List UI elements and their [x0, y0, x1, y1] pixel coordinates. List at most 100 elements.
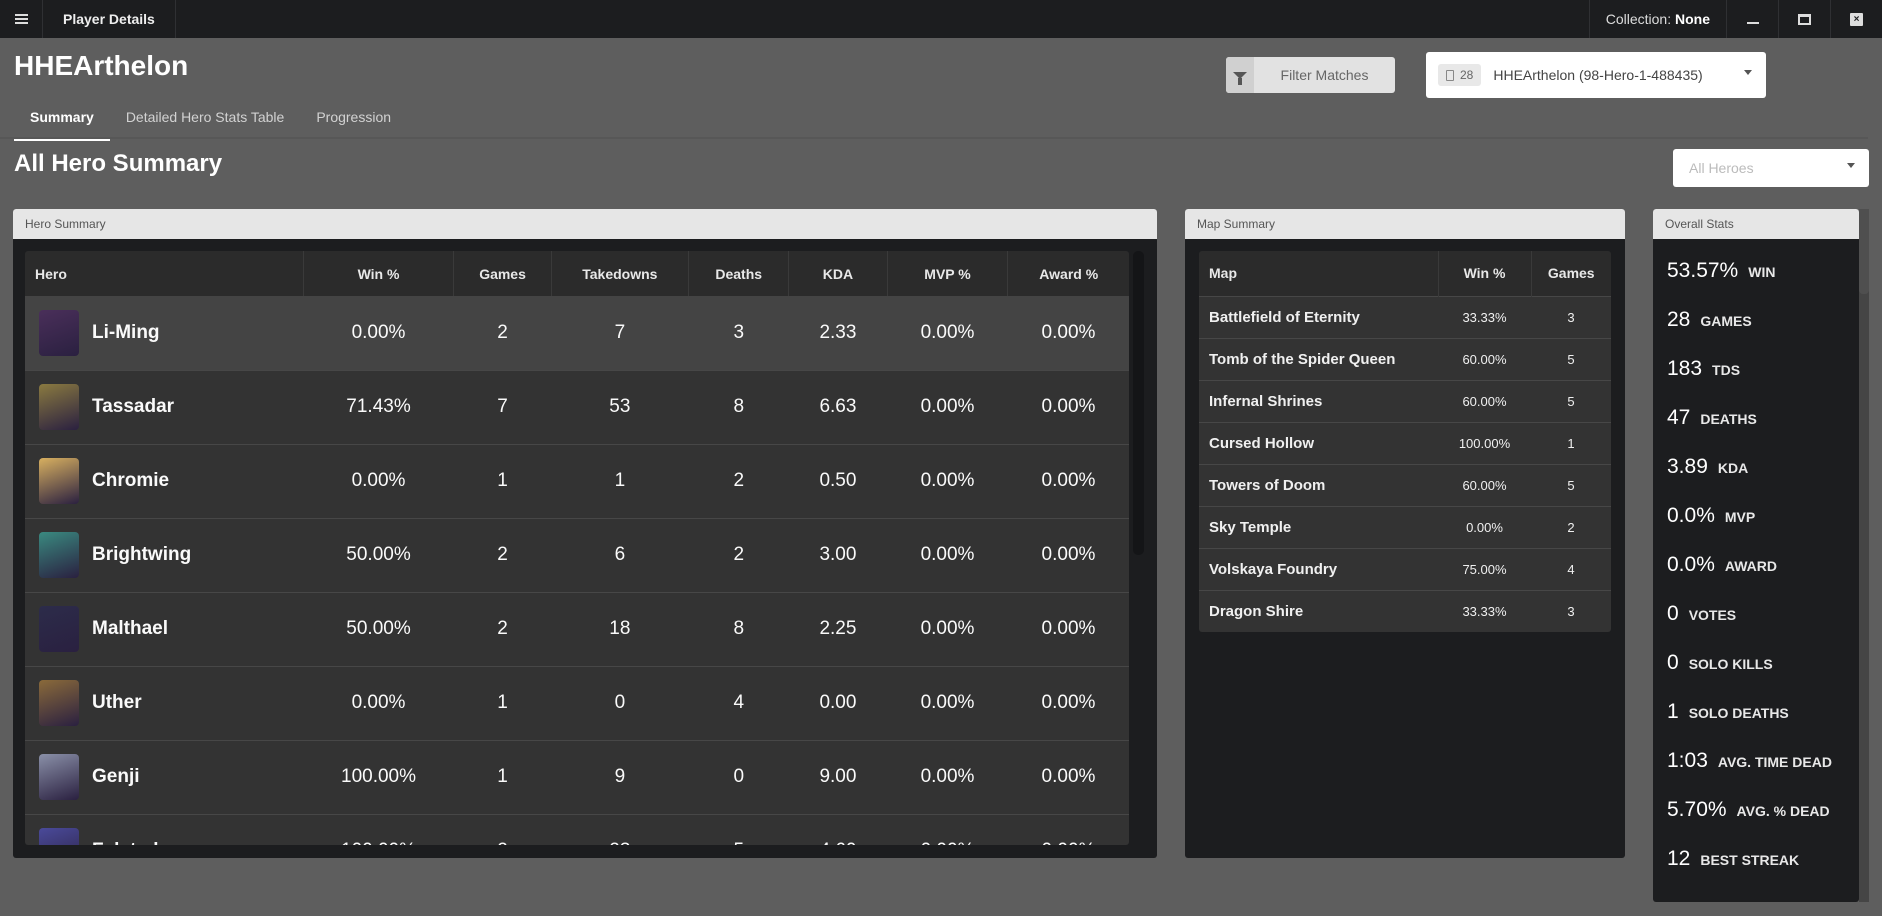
cell-games: 1	[1531, 421, 1611, 464]
page-scrollbar[interactable]	[1859, 209, 1869, 902]
hero-cell: Uther	[25, 665, 304, 740]
stat-value: 28	[1667, 308, 1691, 331]
filter-icon	[1233, 71, 1247, 85]
cell-takedowns: 0	[551, 665, 689, 740]
filter-matches-button[interactable]: Filter Matches	[1226, 57, 1395, 93]
player-select-dropdown[interactable]: 28 HHEArthelon (98-Hero-1-488435)	[1426, 52, 1766, 98]
table-row[interactable]: Tassadar 71.43% 7 53 8 6.63 0.00% 0.00%	[25, 369, 1129, 444]
table-row[interactable]: Infernal Shrines 60.00% 5	[1199, 379, 1611, 422]
cell-kda: 0.50	[788, 443, 888, 518]
table-row[interactable]: Cursed Hollow 100.00% 1	[1199, 421, 1611, 464]
cell-kda: 0.00	[788, 665, 888, 740]
minimize-button[interactable]	[1726, 0, 1778, 38]
hamburger-menu-button[interactable]	[0, 0, 43, 38]
table-row[interactable]: Brightwing 50.00% 2 6 2 3.00 0.00% 0.00%	[25, 517, 1129, 592]
cell-win: 60.00%	[1438, 463, 1531, 506]
hero-avatar	[39, 606, 79, 652]
close-button[interactable]: ×	[1830, 0, 1882, 38]
tab-detailed-hero-stats-table[interactable]: Detailed Hero Stats Table	[110, 104, 301, 141]
cell-mvp: 0.00%	[887, 591, 1008, 666]
table-row[interactable]: Malthael 50.00% 2 18 8 2.25 0.00% 0.00%	[25, 591, 1129, 666]
tab-progression[interactable]: Progression	[300, 104, 407, 141]
cell-map: Dragon Shire	[1199, 589, 1438, 632]
column-header[interactable]: Award %	[1007, 251, 1129, 296]
column-header[interactable]: Takedowns	[551, 251, 690, 296]
scrollbar-thumb[interactable]	[1859, 209, 1869, 294]
table-row[interactable]: Chromie 0.00% 1 1 2 0.50 0.00% 0.00%	[25, 443, 1129, 518]
hero-table-scrollbar[interactable]	[1133, 251, 1144, 555]
stat-label: DEATHS	[1700, 411, 1757, 427]
hero-name: Malthael	[92, 618, 169, 639]
match-count: 28	[1460, 68, 1474, 82]
cell-award: 0.00%	[1007, 369, 1129, 444]
stat-value: 5.70%	[1667, 798, 1727, 821]
match-count-chip: 28	[1438, 64, 1482, 86]
cell-takedowns: 18	[551, 591, 689, 666]
cell-award: 0.00%	[1007, 591, 1129, 666]
hero-filter-dropdown[interactable]: All Heroes	[1673, 149, 1869, 187]
table-row[interactable]: Towers of Doom 60.00% 5	[1199, 463, 1611, 506]
stat-item: 0 VOTES	[1667, 602, 1845, 651]
stat-value: 1	[1667, 700, 1679, 723]
hero-name: Li-Ming	[92, 321, 160, 343]
cell-games: 1	[453, 739, 552, 814]
tab-summary[interactable]: Summary	[14, 104, 110, 141]
cell-map: Towers of Doom	[1199, 463, 1438, 506]
cell-deaths: 8	[688, 591, 789, 666]
column-header[interactable]: Games	[1531, 251, 1611, 296]
column-header[interactable]: Map	[1199, 251, 1439, 296]
column-header[interactable]: Win %	[303, 251, 455, 296]
table-row[interactable]: Genji 100.00% 1 9 0 9.00 0.00% 0.00%	[25, 739, 1129, 814]
cell-deaths: 2	[688, 443, 789, 518]
hero-avatar	[39, 384, 79, 430]
cell-award: 0.00%	[1007, 813, 1129, 845]
stat-item: 0 SOLO KILLS	[1667, 651, 1845, 700]
cell-award: 0.00%	[1007, 296, 1129, 370]
table-row[interactable]: Volskaya Foundry 75.00% 4	[1199, 547, 1611, 590]
column-header[interactable]: Hero	[25, 251, 304, 296]
stat-label: GAMES	[1700, 313, 1752, 329]
panel-title: Hero Summary	[13, 209, 1157, 239]
collection-selector[interactable]: Collection: None	[1588, 0, 1726, 38]
column-header[interactable]: Win %	[1438, 251, 1532, 296]
cell-map: Infernal Shrines	[1199, 379, 1438, 422]
cell-deaths: 4	[688, 665, 789, 740]
column-header[interactable]: Deaths	[688, 251, 790, 296]
hero-avatar	[39, 309, 79, 356]
hero-cell: Li-Ming	[25, 296, 304, 370]
stat-label: BEST STREAK	[1700, 852, 1800, 868]
table-row[interactable]: Uther 0.00% 1 0 4 0.00 0.00% 0.00%	[25, 665, 1129, 740]
stat-item: 0.0% MVP	[1667, 504, 1845, 553]
map-summary-table: Map Win % Games Battlefield of Eternity 33.…	[1199, 251, 1611, 632]
cell-win: 0.00%	[303, 443, 454, 518]
hero-cell: Chromie	[25, 443, 304, 518]
table-row[interactable]: Battlefield of Eternity 33.33% 3	[1199, 295, 1611, 338]
hero-name: Genji	[92, 766, 140, 787]
table-row[interactable]: Falstad100.00%22354.600.00%0.00%	[25, 813, 1129, 845]
table-row[interactable]: Sky Temple 0.00% 2	[1199, 505, 1611, 548]
column-header[interactable]: KDA	[788, 251, 888, 296]
chevron-down-icon	[1847, 163, 1855, 168]
cell-games: 7	[453, 369, 552, 444]
section-title: All Hero Summary	[14, 150, 223, 177]
cell-win: 0.00%	[303, 296, 454, 370]
map-summary-panel: Map Summary Map Win % Games Battlefield of…	[1185, 209, 1625, 858]
table-row[interactable]: Tomb of the Spider Queen 60.00% 5	[1199, 337, 1611, 380]
hero-summary-panel: Hero Summary Hero Win % Games Takedowns Deat…	[13, 209, 1157, 858]
cell-mvp: 0.00%	[887, 517, 1008, 592]
table-row[interactable]: Dragon Shire 33.33% 3	[1199, 589, 1611, 632]
hero-avatar	[39, 754, 79, 800]
stat-item: 5.70% AVG. % DEAD	[1667, 798, 1845, 847]
maximize-button[interactable]	[1778, 0, 1830, 38]
minimize-icon	[1746, 22, 1759, 24]
column-header[interactable]: Games	[453, 251, 552, 296]
cell-games: 2	[453, 517, 552, 592]
stat-label: AWARD	[1724, 558, 1777, 574]
hero-summary-table: Hero Win % Games Takedowns Deaths KDA MVP % Awa…	[25, 251, 1129, 845]
cell-games: 2	[453, 296, 552, 370]
cell-win: 75.00%	[1438, 547, 1531, 590]
table-row[interactable]: Li-Ming 0.00% 2 7 3 2.33 0.00% 0.00%	[25, 296, 1129, 370]
stat-item: 12 BEST STREAK	[1667, 847, 1845, 896]
cell-games: 2	[1531, 505, 1611, 548]
column-header[interactable]: MVP %	[887, 251, 1009, 296]
